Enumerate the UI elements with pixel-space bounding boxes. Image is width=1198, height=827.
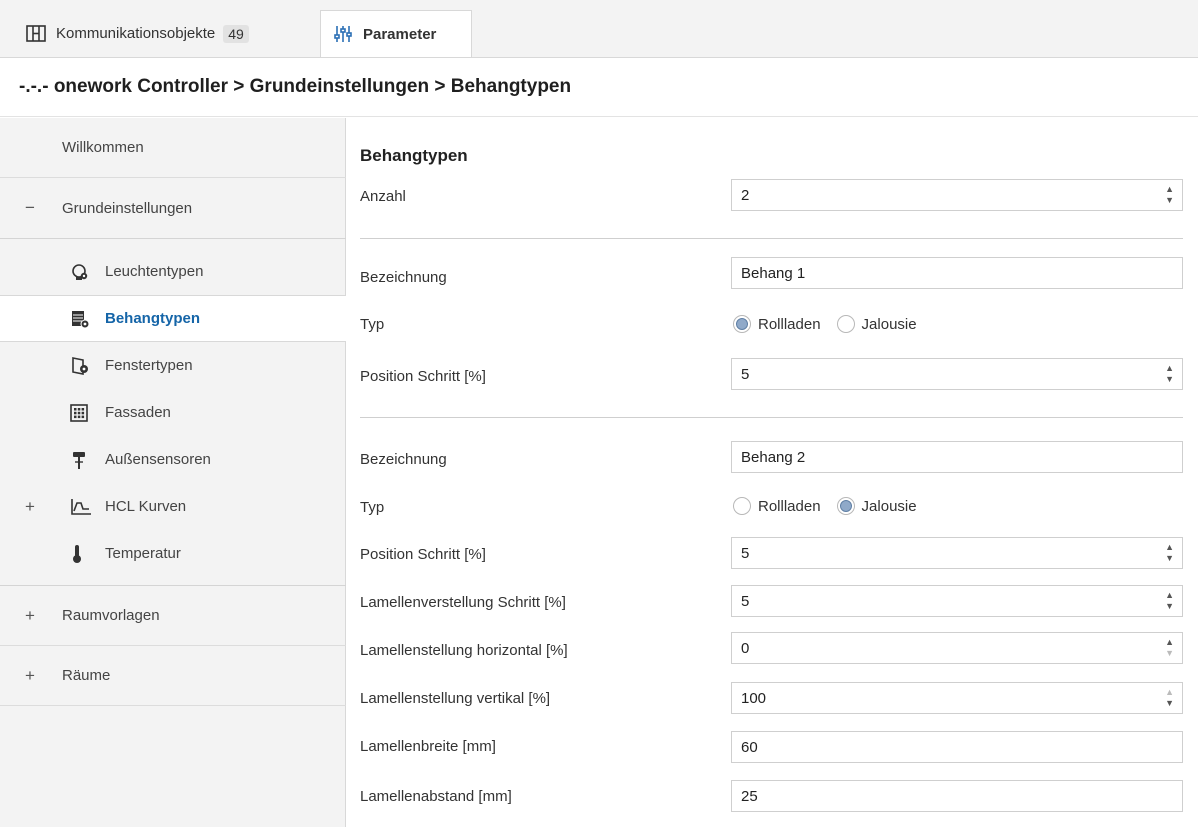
tab-kommunikationsobjekte[interactable]: Kommunikationsobjekte 49 <box>26 10 249 57</box>
bezeichnung-label: Bezeichnung <box>360 269 447 286</box>
parameter-panel: Behangtypen Anzahl 2 ▲ ▼ Bezeichnung Beha… <box>347 118 1198 827</box>
sidebar-item-label: Räume <box>62 667 111 684</box>
lamellen-horizontal-value: 0 <box>741 639 750 657</box>
behang1-bezeichnung-input[interactable]: Behang 1 <box>731 257 1183 289</box>
behang1-rollladen-radio[interactable] <box>733 315 751 333</box>
lamellen-vertikal-value: 100 <box>741 689 767 707</box>
behang1-typ-radio-group: Rollladen Jalousie <box>733 315 933 333</box>
radio-label: Jalousie <box>861 315 917 333</box>
behang1-position-value: 5 <box>741 365 750 383</box>
sidebar-item-willkommen[interactable]: Willkommen <box>0 118 346 178</box>
window-gear-icon <box>70 356 90 376</box>
sidebar-item-fenstertypen[interactable]: Fenstertypen <box>0 342 346 389</box>
lamellenabstand-value: 25 <box>741 787 758 805</box>
lamellen-horizontal-label: Lamellenstellung horizontal [%] <box>360 642 568 659</box>
lamellenbreite-value: 60 <box>741 738 758 756</box>
behang1-position-spinbox[interactable]: 5 ▲ ▼ <box>731 358 1183 390</box>
expand-icon[interactable]: + <box>25 497 35 517</box>
expand-icon[interactable]: + <box>25 666 35 686</box>
behang2-bezeichnung-input[interactable]: Behang 2 <box>731 441 1183 473</box>
sidebar-item-label: Willkommen <box>62 139 144 156</box>
comm-objects-icon <box>26 25 46 42</box>
spin-arrows-icon[interactable]: ▲ ▼ <box>1165 687 1174 709</box>
divider <box>360 417 1183 418</box>
sidebar-item-label: Temperatur <box>105 545 181 562</box>
sidebar-item-hcl-kurven[interactable]: + HCL Kurven <box>0 483 346 530</box>
sidebar-item-label: Behangtypen <box>105 310 201 327</box>
sidebar-item-raumvorlagen[interactable]: + Raumvorlagen <box>0 586 346 646</box>
lamellenverstellung-spinbox[interactable]: 5 ▲ ▼ <box>731 585 1183 617</box>
sidebar-item-leuchtentypen[interactable]: Leuchtentypen <box>0 248 346 295</box>
spin-arrows-icon[interactable]: ▲ ▼ <box>1165 363 1174 385</box>
radio-label: Jalousie <box>861 497 917 515</box>
position-schritt-label: Position Schritt [%] <box>360 546 486 563</box>
sidebar-item-label: Fenstertypen <box>105 357 193 374</box>
anzahl-label: Anzahl <box>360 188 406 205</box>
curve-chart-icon <box>70 498 92 516</box>
section-title: Behangtypen <box>360 146 468 165</box>
lamellenabstand-label: Lamellenabstand [mm] <box>360 788 512 805</box>
radio-label: Rollladen <box>758 315 821 333</box>
lamellenverstellung-value: 5 <box>741 592 750 610</box>
lamellen-vertikal-spinbox[interactable]: 100 ▲ ▼ <box>731 682 1183 714</box>
lamellenverstellung-label: Lamellenverstellung Schritt [%] <box>360 594 566 611</box>
behang2-position-spinbox[interactable]: 5 ▲ ▼ <box>731 537 1183 569</box>
tab-kommunikationsobjekte-label: Kommunikationsobjekte <box>56 25 216 42</box>
sidebar-item-raeume[interactable]: + Räume <box>0 646 346 706</box>
sidebar-item-grundeinstellungen[interactable]: − Grundeinstellungen <box>0 178 346 238</box>
breadcrumb: -.-.- onework Controller > Grundeinstell… <box>0 57 1198 117</box>
tab-parameter-label: Parameter <box>363 25 437 43</box>
behang2-position-value: 5 <box>741 544 750 562</box>
outdoor-sensor-icon <box>70 450 88 470</box>
lamellenabstand-input[interactable]: 25 <box>731 780 1183 812</box>
divider <box>0 238 346 239</box>
anzahl-value: 2 <box>741 186 750 204</box>
lamellenbreite-input[interactable]: 60 <box>731 731 1183 763</box>
anzahl-spinbox[interactable]: 2 ▲ ▼ <box>731 179 1183 211</box>
tab-parameter[interactable]: Parameter <box>320 10 472 57</box>
lamellenbreite-label: Lamellenbreite [mm] <box>360 738 496 755</box>
spin-arrows-icon[interactable]: ▲ ▼ <box>1165 637 1174 659</box>
lamellen-horizontal-spinbox[interactable]: 0 ▲ ▼ <box>731 632 1183 664</box>
blind-gear-icon <box>70 309 90 329</box>
spin-arrows-icon[interactable]: ▲ ▼ <box>1165 590 1174 612</box>
behang1-jalousie-radio[interactable] <box>836 315 855 333</box>
lamp-gear-icon <box>70 262 90 282</box>
sidebar-item-label: Raumvorlagen <box>62 607 160 624</box>
sidebar-item-behangtypen[interactable]: Behangtypen <box>0 295 346 342</box>
sidebar-item-label: Leuchtentypen <box>105 263 204 280</box>
sidebar-item-label: Grundeinstellungen <box>62 199 193 217</box>
typ-label: Typ <box>360 316 385 333</box>
behang2-jalousie-radio[interactable] <box>836 497 855 515</box>
tab-bar: Kommunikationsobjekte 49 Parameter <box>0 0 1198 57</box>
sidebar-item-temperatur[interactable]: Temperatur <box>0 530 346 577</box>
sidebar-item-label: HCL Kurven <box>105 498 187 515</box>
behang2-typ-radio-group: Rollladen Jalousie <box>733 497 933 515</box>
facade-grid-icon <box>70 403 88 422</box>
sidebar: Willkommen − Grundeinstellungen Leuchten… <box>0 118 346 827</box>
spin-arrows-icon[interactable]: ▲ ▼ <box>1165 184 1174 206</box>
behang2-bezeichnung-value: Behang 2 <box>741 448 806 466</box>
radio-label: Rollladen <box>758 497 821 515</box>
sidebar-item-label: Fassaden <box>105 404 171 421</box>
spin-arrows-icon[interactable]: ▲ ▼ <box>1165 542 1174 564</box>
collapse-icon[interactable]: − <box>25 198 35 218</box>
divider <box>360 238 1183 239</box>
bezeichnung-label: Bezeichnung <box>360 451 447 468</box>
behang1-bezeichnung-value: Behang 1 <box>741 264 806 282</box>
sidebar-item-fassaden[interactable]: Fassaden <box>0 389 346 436</box>
parameter-sliders-icon <box>333 24 353 44</box>
sidebar-item-label: Außensensoren <box>105 451 211 468</box>
typ-label: Typ <box>360 499 385 516</box>
behang2-rollladen-radio[interactable] <box>733 497 751 515</box>
position-schritt-label: Position Schritt [%] <box>360 368 486 385</box>
object-count-badge: 49 <box>223 24 249 43</box>
thermometer-icon <box>70 544 84 564</box>
sidebar-item-aussensensoren[interactable]: Außensensoren <box>0 436 346 483</box>
lamellen-vertikal-label: Lamellenstellung vertikal [%] <box>360 690 551 707</box>
expand-icon[interactable]: + <box>25 606 35 626</box>
